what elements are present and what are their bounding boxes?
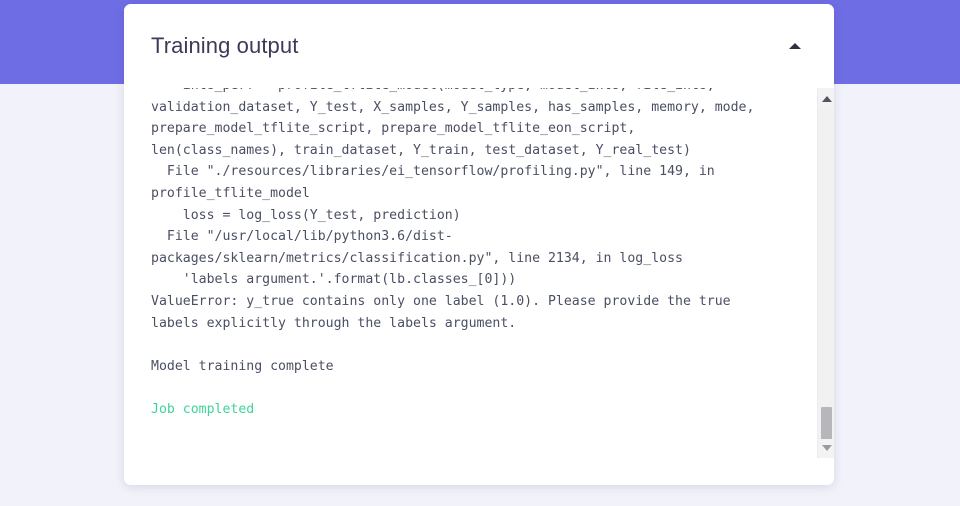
caret-up-icon [821, 95, 832, 102]
log-line-blank [151, 334, 811, 356]
log-line: Model training complete [151, 358, 334, 374]
log-line: profile_tflite_model [151, 185, 310, 201]
log-line: loss = log_loss(Y_test, prediction) [151, 207, 461, 223]
log-line: int8_perf = profile_tflite_model(model_t… [151, 88, 811, 97]
log-line: labels explicitly through the labels arg… [151, 315, 517, 331]
collapse-toggle-button[interactable] [782, 33, 808, 59]
page-title: Training output [151, 33, 299, 58]
log-line: File "./resources/libraries/ei_tensorflo… [151, 164, 715, 180]
training-output-card: Training output int8_perf = profile_tfli… [124, 4, 834, 485]
card-footer-spacer [124, 458, 834, 485]
training-log-viewport[interactable]: int8_perf = profile_tflite_model(model_t… [124, 88, 834, 458]
log-scrollbar[interactable] [817, 88, 834, 458]
scroll-up-button[interactable] [818, 90, 834, 107]
log-line: len(class_names), train_dataset, Y_train… [151, 142, 691, 158]
scroll-down-button[interactable] [818, 439, 834, 456]
log-line: validation_dataset, Y_test, X_samples, Y… [151, 99, 755, 115]
log-line-job-completed: Job completed [151, 401, 255, 417]
log-line: ValueError: y_true contains only one lab… [151, 293, 731, 309]
log-line-blank [151, 377, 811, 399]
card-header: Training output [124, 4, 834, 88]
caret-down-icon [821, 444, 832, 451]
log-line: File "/usr/local/lib/python3.6/dist- [151, 229, 453, 245]
caret-up-icon [789, 43, 801, 49]
scrollbar-track[interactable] [818, 107, 834, 447]
log-line: 'labels argument.'.format(lb.classes_[0]… [151, 272, 517, 288]
log-line: prepare_model_tflite_script, prepare_mod… [151, 121, 636, 137]
training-log-text: int8_perf = profile_tflite_model(model_t… [151, 88, 811, 421]
log-line: packages/sklearn/metrics/classification.… [151, 250, 683, 266]
page-root: Training output int8_perf = profile_tfli… [0, 0, 960, 506]
